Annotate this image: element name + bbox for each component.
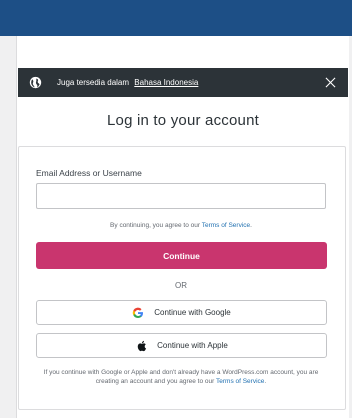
google-button-label: Continue with Google bbox=[154, 308, 231, 317]
footnote-tos-link[interactable]: Terms of Service bbox=[216, 378, 264, 385]
email-field[interactable] bbox=[36, 183, 326, 209]
or-divider: OR bbox=[175, 281, 187, 290]
tos-link[interactable]: Terms of Service bbox=[202, 222, 250, 229]
footnote-suffix: . bbox=[264, 378, 267, 385]
footnote-text: If you continue with Google or Apple and… bbox=[43, 369, 319, 385]
tos-suffix: . bbox=[250, 222, 252, 229]
top-bar bbox=[0, 0, 352, 36]
apple-button-label: Continue with Apple bbox=[157, 341, 228, 350]
continue-button[interactable]: Continue bbox=[36, 242, 327, 269]
language-banner-text: Juga tersedia dalam Bahasa Indonesia bbox=[57, 78, 322, 87]
language-link[interactable]: Bahasa Indonesia bbox=[134, 78, 198, 87]
google-icon bbox=[132, 307, 144, 319]
tos-prefix: By continuing, you agree to our bbox=[110, 222, 201, 229]
tos-notice: By continuing, you agree to our Terms of… bbox=[36, 222, 326, 229]
globe-icon bbox=[27, 75, 43, 91]
close-icon[interactable] bbox=[322, 75, 338, 91]
page-title: Log in to your account bbox=[107, 112, 259, 129]
apple-icon bbox=[135, 340, 147, 352]
language-banner: Juga tersedia dalam Bahasa Indonesia bbox=[18, 68, 348, 97]
continue-with-google-button[interactable]: Continue with Google bbox=[36, 300, 327, 325]
continue-with-apple-button[interactable]: Continue with Apple bbox=[36, 333, 327, 358]
language-banner-label: Juga tersedia dalam bbox=[57, 78, 130, 87]
account-creation-notice: If you continue with Google or Apple and… bbox=[36, 368, 326, 386]
email-label: Email Address or Username bbox=[36, 168, 142, 178]
